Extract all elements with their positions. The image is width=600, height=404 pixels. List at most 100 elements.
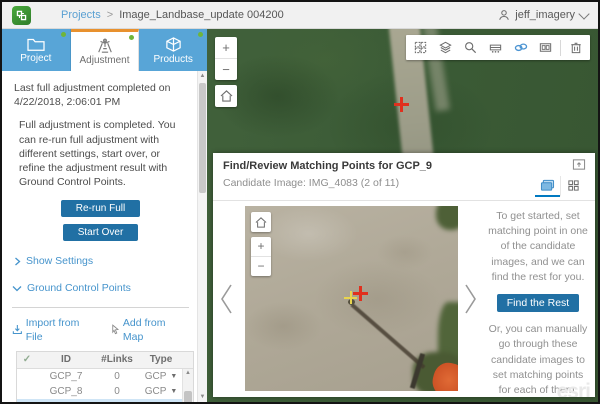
previous-image-button[interactable]: [218, 282, 234, 316]
esri-watermark: esri: [557, 380, 590, 397]
cell-links: 4: [95, 400, 139, 402]
tab-products-label: Products: [153, 54, 192, 65]
add-from-map-label: Add from Map: [123, 316, 187, 344]
ground-control-points-toggle[interactable]: Ground Control Points: [12, 281, 189, 295]
matching-links-button-active[interactable]: [508, 35, 533, 60]
cell-links: 0: [95, 370, 139, 384]
user-menu[interactable]: jeff_imagery: [498, 9, 588, 21]
table-row[interactable]: GCP_70 GCP▼: [17, 369, 193, 384]
candidate-image-viewer[interactable]: + −: [245, 206, 458, 391]
home-icon: [255, 217, 267, 228]
single-image-view-button[interactable]: [535, 176, 560, 197]
type-dropdown-caret[interactable]: ▼: [170, 372, 177, 381]
dock-panel-button[interactable]: [572, 158, 586, 171]
tab-project[interactable]: Project: [2, 29, 71, 71]
cell-type: GCP: [145, 385, 167, 399]
adjustment-status-text: Last full adjustment completed on 4/22/2…: [14, 81, 189, 109]
adjustment-panel-content: Last full adjustment completed on 4/22/2…: [2, 71, 207, 402]
zoom-out-button[interactable]: −: [215, 59, 237, 80]
grid-view-button[interactable]: [560, 176, 585, 197]
import-icon: [12, 324, 23, 335]
next-image-button[interactable]: [463, 282, 479, 316]
scroll-thumb[interactable]: [199, 83, 206, 193]
search-button[interactable]: [458, 35, 483, 60]
layers-button[interactable]: [433, 35, 458, 60]
tab-products[interactable]: Products: [139, 29, 207, 71]
ground-control-points-label: Ground Control Points: [27, 281, 131, 295]
header-id: ID: [37, 353, 95, 367]
panel-title: Find/Review Matching Points for GCP_9: [223, 160, 585, 172]
gcp-marker-red-cross[interactable]: [394, 97, 409, 112]
table-row[interactable]: GCP_80 GCP ▼: [17, 384, 193, 399]
panel-body: + − To get started, set matching point i…: [213, 201, 595, 397]
map-toolbar: [406, 35, 590, 60]
header-links: #Links: [95, 353, 139, 367]
panel-scrollbar[interactable]: ▲ ▼: [197, 71, 207, 402]
instruction-start-text: To get started, set matching point in on…: [486, 209, 590, 285]
chevron-right-icon: [14, 257, 21, 266]
scroll-down-icon[interactable]: ▼: [198, 393, 207, 401]
toolbar-divider: [560, 40, 561, 56]
gcp-marker-red-cross[interactable]: [353, 286, 368, 301]
type-dropdown-caret[interactable]: ▼: [170, 387, 177, 396]
cell-id: GCP_9: [37, 400, 95, 402]
cell-type: GCP: [145, 400, 167, 402]
section-divider: [12, 307, 189, 308]
pole-shadow: [351, 303, 426, 369]
rerun-full-button[interactable]: Re-run Full: [61, 200, 140, 217]
cell-type: GCP: [145, 370, 167, 384]
project-title: Image_Landbase_update 004200: [119, 9, 284, 21]
cursor-icon: [111, 324, 120, 335]
home-icon: [220, 90, 233, 102]
delete-button[interactable]: [563, 35, 588, 60]
breadcrumb-separator: >: [107, 9, 113, 21]
image-collection-button[interactable]: [408, 35, 433, 60]
cell-id: GCP_8: [37, 385, 95, 399]
tab-adjustment[interactable]: Adjustment: [71, 29, 140, 71]
map-view[interactable]: + −: [207, 29, 598, 402]
panel-header: Find/Review Matching Points for GCP_9 Ca…: [213, 153, 595, 201]
map-zoom-controls: + −: [215, 37, 237, 80]
instructions-column: To get started, set matching point in on…: [486, 209, 590, 397]
import-from-file-link[interactable]: Import from File: [12, 316, 97, 344]
scroll-up-icon[interactable]: ▲: [183, 369, 193, 377]
cell-links: 0: [95, 385, 139, 399]
zoom-in-button[interactable]: +: [251, 237, 271, 256]
app-logo-icon[interactable]: [12, 6, 31, 25]
zoom-in-button[interactable]: +: [215, 37, 237, 58]
left-panel: Project Adjustment Products Last full ad…: [2, 29, 207, 402]
start-over-button[interactable]: Start Over: [63, 224, 139, 241]
check-column-icon: ✓: [17, 353, 37, 367]
scroll-up-icon[interactable]: ▲: [198, 72, 207, 80]
chevron-down-icon: [578, 8, 589, 19]
add-from-map-link[interactable]: Add from Map: [111, 316, 187, 344]
survey-adjustment-icon: [95, 37, 115, 54]
table-row-selected[interactable]: GCP_94 GCP▼: [17, 399, 193, 402]
gcp-table-button[interactable]: [483, 35, 508, 60]
status-dot-icon: [61, 32, 66, 37]
view-toggle: [535, 176, 585, 197]
top-bar: Projects > Image_Landbase_update 004200 …: [2, 2, 598, 29]
matching-points-panel: Find/Review Matching Points for GCP_9 Ca…: [213, 153, 595, 397]
table-scrollbar[interactable]: ▲ ▼: [182, 369, 193, 402]
vegetation: [436, 206, 458, 230]
image-home-button[interactable]: [251, 212, 271, 232]
breadcrumb-projects-link[interactable]: Projects: [61, 9, 101, 21]
tab-strip: Project Adjustment Products: [2, 29, 207, 71]
gcp-table-header: ✓ ID #Links Type: [17, 352, 193, 369]
image-viewer-button[interactable]: [533, 35, 558, 60]
header-type: Type: [139, 353, 183, 367]
candidate-image-label: Candidate Image: IMG_4083 (2 of 11): [223, 177, 585, 189]
home-extent-button[interactable]: [215, 85, 237, 107]
import-from-file-label: Import from File: [26, 316, 97, 344]
adjustment-description-text: Full adjustment is completed. You can re…: [19, 118, 183, 189]
status-dot-icon: [129, 35, 134, 40]
find-the-rest-button[interactable]: Find the Rest: [497, 294, 579, 312]
scroll-thumb[interactable]: [184, 391, 192, 402]
zoom-out-button[interactable]: −: [251, 257, 271, 276]
cell-id: GCP_7: [37, 370, 95, 384]
gcp-table: ✓ ID #Links Type GCP_70 GCP▼ GCP_80 GCP▼: [16, 351, 194, 402]
show-settings-toggle[interactable]: Show Settings: [14, 254, 189, 268]
show-settings-label: Show Settings: [26, 254, 93, 268]
breadcrumb: Projects > Image_Landbase_update 004200: [61, 9, 284, 21]
